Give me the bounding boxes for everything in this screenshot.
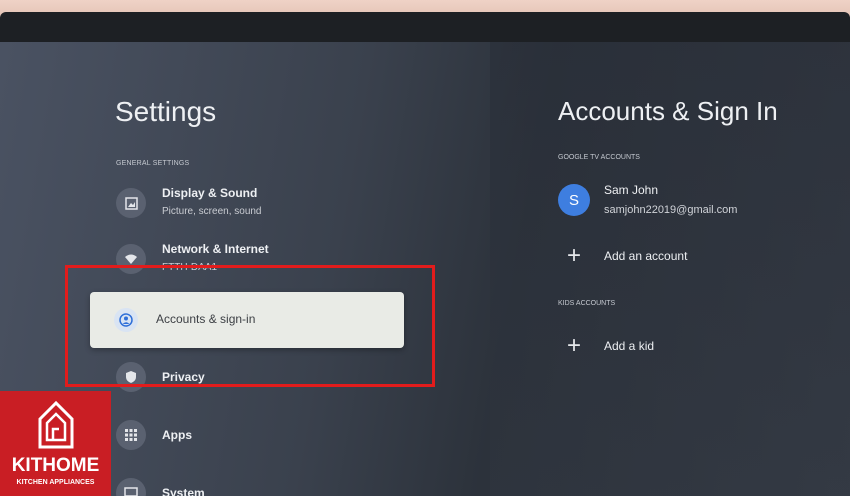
account-name[interactable]: Sam John: [604, 183, 658, 197]
menu-item-label: Network & Internet: [162, 242, 269, 256]
menu-item-label: Display & Sound: [162, 186, 258, 200]
house-logo-icon: [38, 400, 74, 449]
highlight-box: [65, 265, 435, 387]
page-title: Settings: [115, 96, 217, 127]
menu-item-system[interactable]: System: [114, 470, 414, 496]
apps-grid-icon: [116, 420, 146, 450]
menu-item-display-sound[interactable]: Display & Sound Picture, screen, sound: [114, 180, 414, 224]
image-icon: [116, 188, 146, 218]
add-icon: +: [566, 332, 581, 359]
logo-name: KITHOME: [11, 455, 100, 476]
avatar[interactable]: S: [558, 184, 590, 216]
add-account-button[interactable]: Add an account: [604, 249, 687, 263]
panel-title: Accounts & Sign In: [558, 96, 778, 126]
section-header-general: GENERAL SETTINGS: [116, 160, 190, 167]
account-email: samjohn22019@gmail.com: [604, 204, 738, 216]
monitor-icon: [116, 478, 146, 496]
menu-item-sub: Picture, screen, sound: [162, 206, 262, 217]
kithome-logo: KITHOME KITCHEN APPLIANCES: [0, 391, 111, 496]
menu-item-apps[interactable]: Apps: [114, 412, 414, 456]
section-header-kids-accounts: KIDS ACCOUNTS: [558, 300, 616, 307]
menu-item-label: System: [162, 486, 205, 496]
add-icon: +: [566, 242, 581, 269]
add-kid-button[interactable]: Add a kid: [604, 339, 654, 353]
section-header-google-accounts: GOOGLE TV ACCOUNTS: [558, 154, 640, 161]
logo-tagline: KITCHEN APPLIANCES: [16, 479, 95, 486]
menu-item-label: Apps: [162, 428, 192, 442]
